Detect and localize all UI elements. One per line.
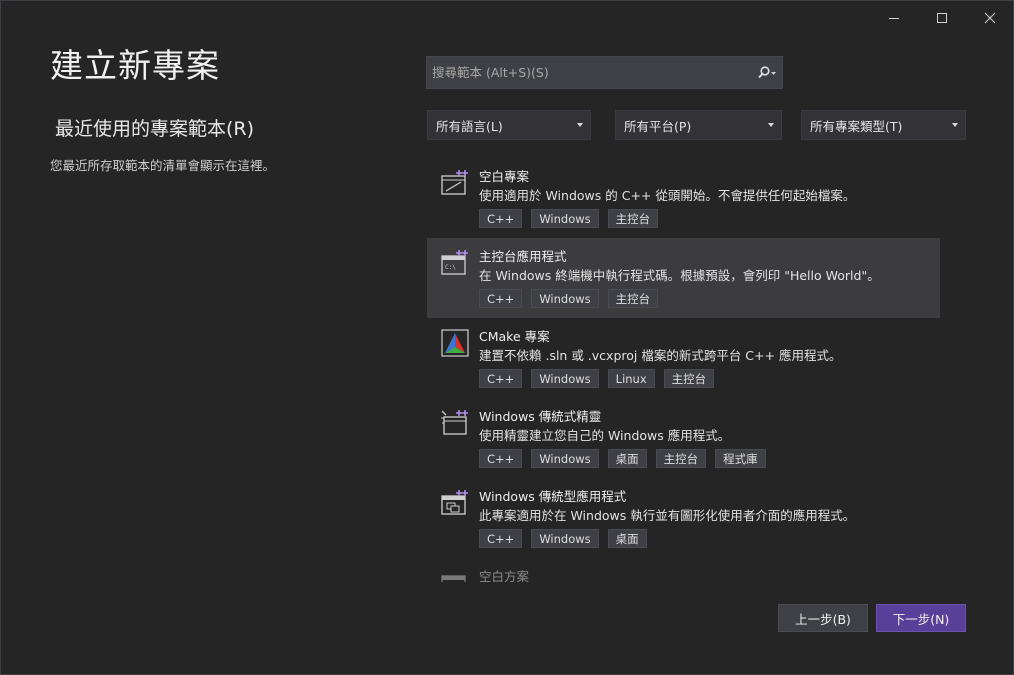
next-button[interactable]: 下一步(N) — [876, 604, 966, 632]
chevron-down-icon — [768, 123, 774, 127]
new-project-dialog: 建立新專案 最近使用的專案範本(R) 您最近所存取範本的清單會顯示在這裡。 所有… — [0, 0, 1014, 675]
close-button[interactable] — [967, 1, 1013, 35]
template-item-console-app[interactable]: C:\ 主控台應用程式 在 Windows 終端機中執行程式碼。根據預設，會列印… — [427, 238, 940, 318]
close-icon — [984, 12, 996, 24]
template-name: 空白專案 — [479, 169, 530, 184]
minimize-button[interactable] — [871, 1, 917, 35]
template-item-desktop-app[interactable]: Windows 傳統型應用程式 此專案適用於在 Windows 執行並有圖形化使… — [427, 478, 940, 558]
template-tag: Windows — [531, 289, 599, 308]
page-title: 建立新專案 — [50, 46, 220, 85]
project-type-filter-value: 所有專案類型(T) — [810, 118, 903, 134]
platform-filter-value: 所有平台(P) — [624, 118, 692, 134]
blank-solution-icon — [440, 569, 470, 582]
project-type-filter-dropdown[interactable]: 所有專案類型(T) — [801, 110, 966, 140]
language-filter-dropdown[interactable]: 所有語言(L) — [427, 110, 591, 140]
template-name: 主控台應用程式 — [479, 249, 567, 264]
template-tag: Windows — [531, 529, 599, 548]
template-item-desktop-wizard[interactable]: Windows 傳統式精靈 使用精靈建立您自己的 Windows 應用程式。 C… — [427, 398, 940, 478]
maximize-button[interactable] — [919, 1, 965, 35]
template-tag: 主控台 — [607, 209, 659, 228]
template-search-box[interactable] — [426, 56, 783, 89]
template-list[interactable]: 空白專案 使用適用於 Windows 的 C++ 從頭開始。不會提供任何起始檔案… — [427, 158, 941, 582]
empty-project-icon — [440, 169, 470, 197]
template-tag: 程式庫 — [715, 449, 766, 468]
template-tags: C++ Windows 主控台 — [479, 209, 659, 228]
template-tag: C++ — [479, 209, 523, 228]
template-tag: Windows — [531, 449, 599, 468]
template-tag: Windows — [531, 209, 599, 228]
template-item-cmake-project[interactable]: CMake 專案 建置不依賴 .sln 或 .vcxproj 檔案的新式跨平台 … — [427, 318, 940, 398]
template-tag: 主控台 — [663, 369, 715, 388]
template-tag: 主控台 — [607, 289, 659, 308]
template-tag: C++ — [479, 529, 523, 548]
cmake-icon — [440, 329, 470, 357]
template-description: 此專案適用於在 Windows 執行並有圖形化使用者介面的應用程式。 — [479, 508, 856, 523]
minimize-icon — [889, 18, 899, 19]
recent-templates-description: 您最近所存取範本的清單會顯示在這裡。 — [50, 158, 276, 173]
template-tag: 桌面 — [607, 449, 647, 468]
language-filter-value: 所有語言(L) — [436, 118, 503, 134]
template-tags: C++ Windows 桌面 — [479, 529, 647, 548]
chevron-down-icon — [952, 123, 958, 127]
template-description: 使用適用於 Windows 的 C++ 從頭開始。不會提供任何起始檔案。 — [479, 188, 856, 203]
back-button[interactable]: 上一步(B) — [778, 604, 868, 632]
chevron-down-icon — [577, 123, 583, 127]
platform-filter-dropdown[interactable]: 所有平台(P) — [615, 110, 782, 140]
template-tags: C++ Windows Linux 主控台 — [479, 369, 715, 388]
template-tag: Windows — [531, 369, 599, 388]
template-name: CMake 專案 — [479, 329, 550, 344]
desktop-app-icon — [440, 489, 470, 517]
template-tag: C++ — [479, 369, 523, 388]
template-tags: C++ Windows 主控台 — [479, 289, 659, 308]
template-tag: 主控台 — [655, 449, 707, 468]
console-app-icon: C:\ — [440, 249, 470, 277]
template-tag: 桌面 — [607, 529, 647, 548]
template-tag: C++ — [479, 449, 523, 468]
template-item-blank-solution[interactable]: 空白方案 — [427, 558, 940, 582]
template-search-input[interactable] — [427, 57, 752, 88]
template-description: 在 Windows 終端機中執行程式碼。根據預設，會列印 "Hello Worl… — [479, 268, 880, 283]
recent-templates-heading: 最近使用的專案範本(R) — [55, 118, 255, 140]
template-name: Windows 傳統型應用程式 — [479, 489, 627, 504]
template-description: 使用精靈建立您自己的 Windows 應用程式。 — [479, 428, 731, 443]
svg-text:C:\: C:\ — [445, 264, 456, 271]
template-tag: Linux — [607, 369, 655, 388]
template-name: 空白方案 — [479, 569, 530, 582]
search-icon[interactable] — [752, 57, 782, 88]
template-name: Windows 傳統式精靈 — [479, 409, 602, 424]
template-tags: C++ Windows 桌面 主控台 程式庫 — [479, 449, 766, 468]
template-tag: C++ — [479, 289, 523, 308]
template-description: 建置不依賴 .sln 或 .vcxproj 檔案的新式跨平台 C++ 應用程式。 — [479, 348, 842, 363]
desktop-wizard-icon — [440, 409, 470, 437]
template-item-empty-project[interactable]: 空白專案 使用適用於 Windows 的 C++ 從頭開始。不會提供任何起始檔案… — [427, 158, 940, 238]
maximize-icon — [937, 13, 947, 23]
